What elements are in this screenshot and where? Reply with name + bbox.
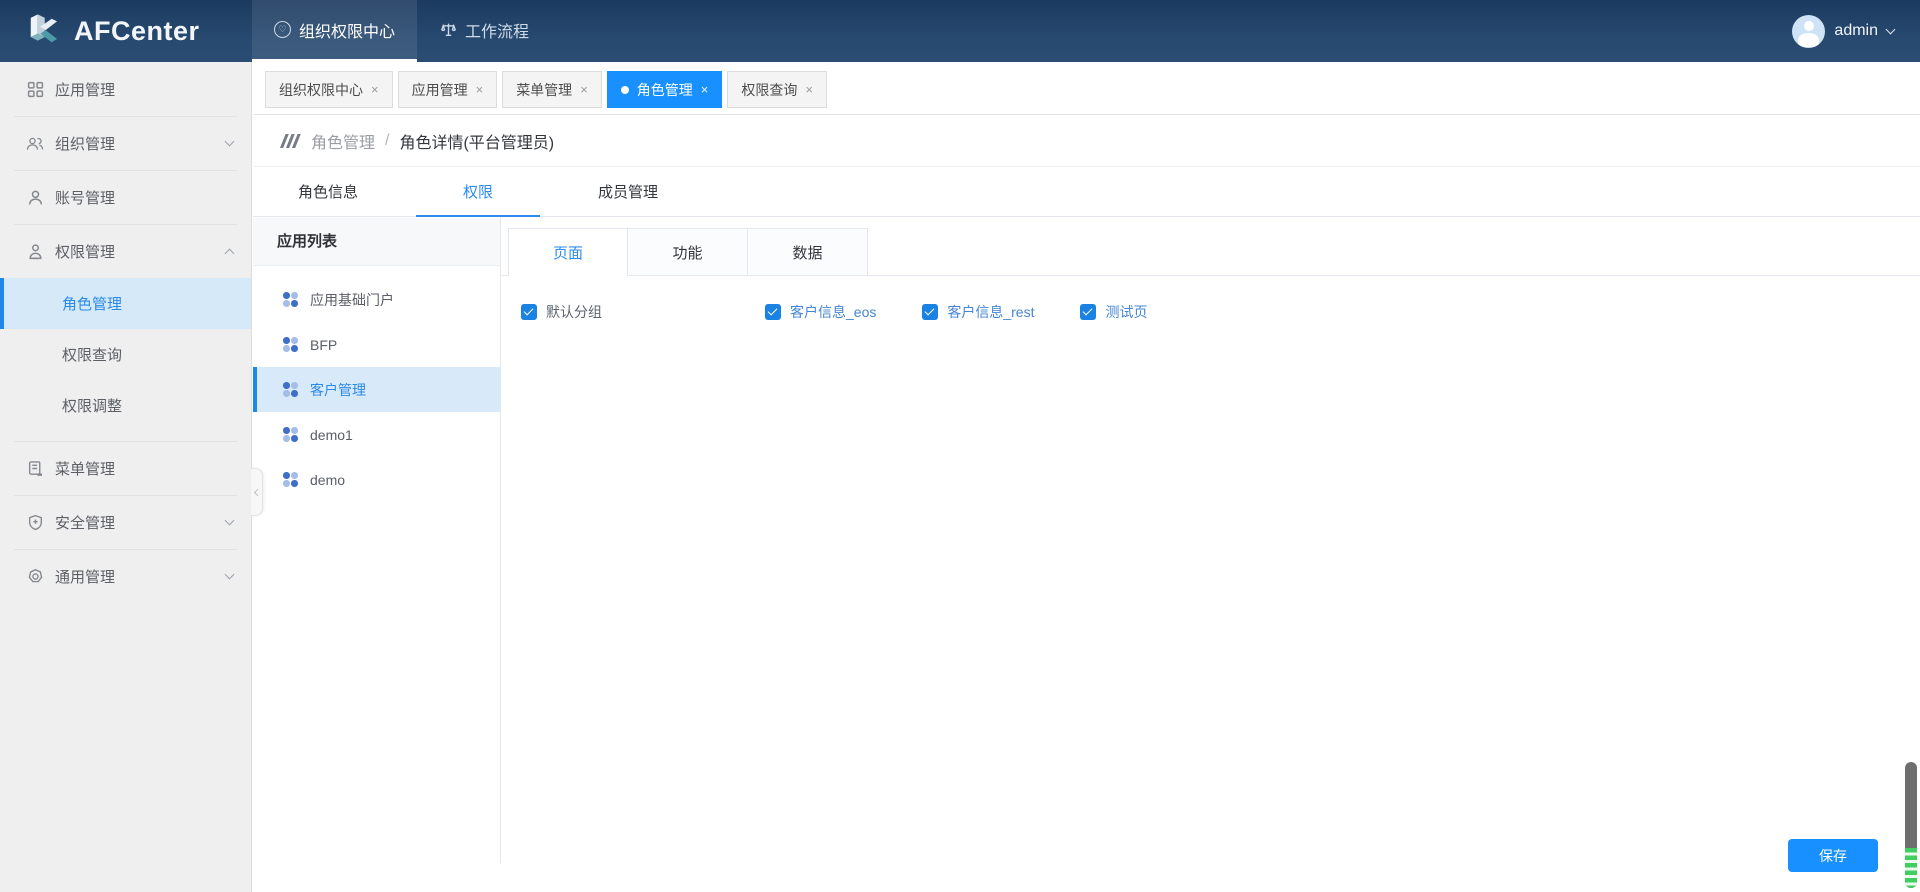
page-tab-permission-query[interactable]: 权限查询 ×	[727, 71, 827, 108]
workflow-icon	[439, 21, 457, 39]
checkbox-test-page[interactable]: 测试页	[1080, 302, 1147, 322]
permission-type-tabs: 页面 功能 数据	[501, 228, 1920, 276]
permission-detail-panel: 页面 功能 数据 默认分组 客户信息_eos 客户信息_rest 测试页	[501, 218, 1920, 892]
page-tab-role-management[interactable]: 角色管理 ×	[606, 71, 723, 108]
avatar	[1792, 14, 1826, 48]
app-list-title: 应用列表	[253, 218, 500, 266]
app-item-customer-management[interactable]: 客户管理	[253, 367, 500, 412]
topnav-org-permission-center[interactable]: ♡ 组织权限中心	[252, 0, 418, 62]
logo-text: AFCenter	[74, 15, 200, 46]
user-menu[interactable]: admin	[1792, 0, 1920, 62]
app-list-panel: 应用列表 应用基础门户 BFP 客户管理 demo1 demo	[253, 218, 501, 863]
app-icon	[283, 337, 298, 352]
app-icon	[283, 472, 298, 487]
active-dot-icon	[620, 85, 629, 94]
page-tab-app-management[interactable]: 应用管理 ×	[397, 71, 498, 108]
checkbox-checked-icon[interactable]	[765, 304, 781, 320]
sidebar-item-security-management[interactable]: 安全管理	[0, 495, 251, 549]
app-item-demo[interactable]: demo	[253, 457, 500, 502]
tab-data[interactable]: 数据	[748, 228, 868, 276]
grid-icon	[26, 80, 44, 98]
detail-tab-bar: 角色信息 权限 成员管理	[253, 167, 1920, 217]
chevron-left-icon	[253, 488, 262, 496]
app-item-demo1[interactable]: demo1	[253, 412, 500, 457]
shield-plus-icon	[26, 513, 44, 531]
tab-role-info[interactable]: 角色信息	[253, 167, 403, 216]
vertical-scrollbar-thumb[interactable]	[1905, 762, 1917, 888]
sidebar-item-permission-management[interactable]: 权限管理	[0, 224, 251, 278]
tab-permissions[interactable]: 权限	[403, 167, 553, 217]
person-badge-icon	[26, 242, 44, 260]
app-list: 应用基础门户 BFP 客户管理 demo1 demo	[253, 266, 500, 502]
sidebar-submenu-permission: 角色管理 权限查询 权限调整	[0, 278, 251, 441]
sidebar-item-permission-query[interactable]: 权限查询	[0, 329, 251, 380]
topnav-workflow[interactable]: 工作流程	[417, 0, 551, 62]
page-tab-org-permission-center[interactable]: 组织权限中心 ×	[265, 71, 393, 108]
close-icon[interactable]: ×	[701, 82, 709, 97]
sidebar-item-role-management[interactable]: 角色管理	[0, 278, 251, 329]
main-area: 组织权限中心 × 应用管理 × 菜单管理 × 角色管理 × 权限查询 × 角色管…	[253, 62, 1920, 892]
checkbox-customer-info-eos[interactable]: 客户信息_eos	[765, 302, 876, 322]
breadcrumb: 角色管理 / 角色详情(平台管理员)	[253, 115, 1920, 167]
person-icon	[26, 188, 44, 206]
slashes-icon	[279, 133, 301, 149]
scrollbar-green-stripes	[1905, 848, 1917, 888]
chevron-down-icon	[224, 515, 235, 525]
checkbox-checked-icon[interactable]	[521, 304, 537, 320]
checkbox-checked-icon[interactable]	[1080, 304, 1097, 320]
close-icon[interactable]: ×	[371, 82, 379, 97]
afcenter-logo-icon	[22, 10, 64, 52]
tab-functions[interactable]: 功能	[628, 228, 748, 276]
chevron-down-icon	[1885, 24, 1896, 34]
gear-icon	[26, 567, 44, 585]
sidebar-item-account-management[interactable]: 账号管理	[0, 170, 251, 224]
sidebar-item-org-management[interactable]: 组织管理	[0, 116, 251, 170]
breadcrumb-separator: /	[385, 131, 390, 149]
page-permission-checkboxes: 默认分组 客户信息_eos 客户信息_rest 测试页	[521, 302, 1920, 322]
checkbox-customer-info-rest[interactable]: 客户信息_rest	[922, 302, 1034, 322]
breadcrumb-parent[interactable]: 角色管理	[311, 129, 375, 153]
checkbox-default-group[interactable]: 默认分组	[521, 302, 719, 322]
close-icon[interactable]: ×	[580, 82, 588, 97]
sidebar-item-general-management[interactable]: 通用管理	[0, 549, 251, 603]
chevron-down-icon	[224, 569, 235, 579]
close-icon[interactable]: ×	[805, 82, 813, 97]
page-tab-menu-management[interactable]: 菜单管理 ×	[502, 71, 602, 108]
sidebar: 应用管理 组织管理 账号管理 权限管理 角色管理 权限查询 权限调整 菜单管理 …	[0, 62, 263, 892]
save-button[interactable]: 保存	[1788, 839, 1878, 872]
sidebar-collapse-handle[interactable]	[251, 468, 263, 516]
top-bar: AFCenter ♡ 组织权限中心 工作流程 admin	[0, 0, 1920, 62]
close-icon[interactable]: ×	[476, 82, 484, 97]
app-item-bfp[interactable]: BFP	[253, 322, 500, 367]
tab-pages[interactable]: 页面	[508, 228, 628, 276]
breadcrumb-current: 角色详情(平台管理员)	[399, 134, 555, 152]
checkbox-checked-icon[interactable]	[922, 304, 939, 320]
chevron-down-icon	[224, 136, 235, 146]
heart-circle-icon: ♡	[274, 21, 291, 38]
top-nav: ♡ 组织权限中心 工作流程	[252, 0, 551, 62]
permission-content: 应用列表 应用基础门户 BFP 客户管理 demo1 demo 页面 功能 数据…	[253, 218, 1920, 892]
page-tab-bar: 组织权限中心 × 应用管理 × 菜单管理 × 角色管理 × 权限查询 ×	[253, 62, 1920, 115]
app-icon	[283, 427, 298, 442]
app-icon	[283, 292, 298, 307]
sidebar-item-permission-adjust[interactable]: 权限调整	[0, 380, 251, 431]
sidebar-item-menu-management[interactable]: 菜单管理	[0, 441, 251, 495]
app-icon	[283, 382, 298, 397]
app-item-basic-portal[interactable]: 应用基础门户	[253, 277, 500, 322]
user-name: admin	[1834, 22, 1878, 39]
document-icon	[26, 459, 44, 477]
people-icon	[26, 134, 44, 152]
app-logo[interactable]: AFCenter	[0, 0, 252, 62]
tab-member-management[interactable]: 成员管理	[553, 167, 703, 216]
sidebar-item-app-management[interactable]: 应用管理	[0, 62, 251, 116]
chevron-up-icon	[224, 248, 235, 258]
